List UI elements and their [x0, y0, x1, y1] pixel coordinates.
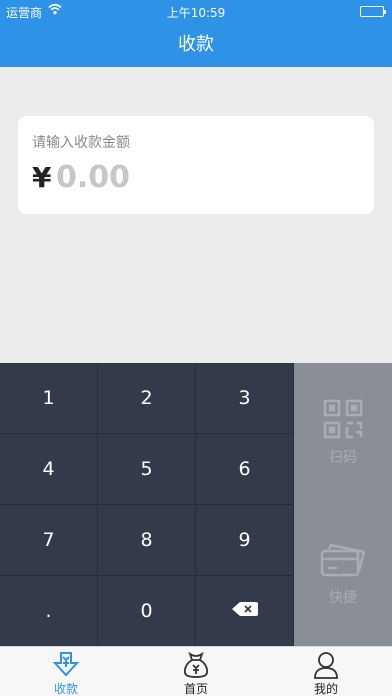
key-decimal[interactable]: .	[0, 576, 98, 646]
key-6[interactable]: 6	[196, 434, 294, 505]
tab-collect[interactable]: 收款	[1, 647, 131, 696]
user-icon	[313, 650, 339, 680]
tab-home-label: 首页	[183, 682, 208, 696]
key-9[interactable]: 9	[196, 505, 294, 576]
money-bag-icon	[183, 650, 209, 680]
nav-bar: 收款	[0, 22, 392, 67]
qrcode-icon	[323, 399, 363, 443]
currency-symbol: ¥	[32, 161, 52, 194]
amount-input-card[interactable]: 请输入收款金额 ¥ 0.00	[18, 116, 374, 214]
page-title: 收款	[178, 34, 214, 55]
status-bar: 运营商 上午10:59	[0, 0, 392, 22]
side-panel: 扫码 快捷	[294, 363, 392, 646]
key-1[interactable]: 1	[0, 363, 98, 434]
tab-home[interactable]: 首页	[131, 647, 261, 696]
key-4[interactable]: 4	[0, 434, 98, 505]
tab-me-label: 我的	[313, 682, 338, 696]
delete-key[interactable]	[196, 576, 294, 646]
key-8[interactable]: 8	[98, 505, 196, 576]
amount-hint: 请输入收款金额	[32, 135, 130, 151]
key-5[interactable]: 5	[98, 434, 196, 505]
status-time: 上午10:59	[166, 6, 226, 20]
battery-icon	[360, 6, 386, 17]
key-3[interactable]: 3	[196, 363, 294, 434]
scan-label: 扫码	[329, 450, 357, 466]
amount-value[interactable]: 0.00	[56, 160, 130, 195]
tab-me[interactable]: 我的	[261, 647, 391, 696]
tab-collect-label: 收款	[53, 682, 78, 696]
download-icon	[52, 650, 80, 680]
card-icon	[319, 539, 367, 583]
key-7[interactable]: 7	[0, 505, 98, 576]
backspace-icon	[231, 600, 259, 622]
numeric-keypad: 1 2 3 4 5 6 7 8 9 . 0	[0, 363, 294, 646]
quick-label: 快捷	[329, 590, 357, 606]
key-2[interactable]: 2	[98, 363, 196, 434]
quick-pay-button[interactable]: 快捷	[294, 539, 392, 607]
tab-bar: 收款 首页 我的	[0, 646, 392, 696]
key-0[interactable]: 0	[98, 576, 196, 646]
scan-button[interactable]: 扫码	[294, 399, 392, 467]
